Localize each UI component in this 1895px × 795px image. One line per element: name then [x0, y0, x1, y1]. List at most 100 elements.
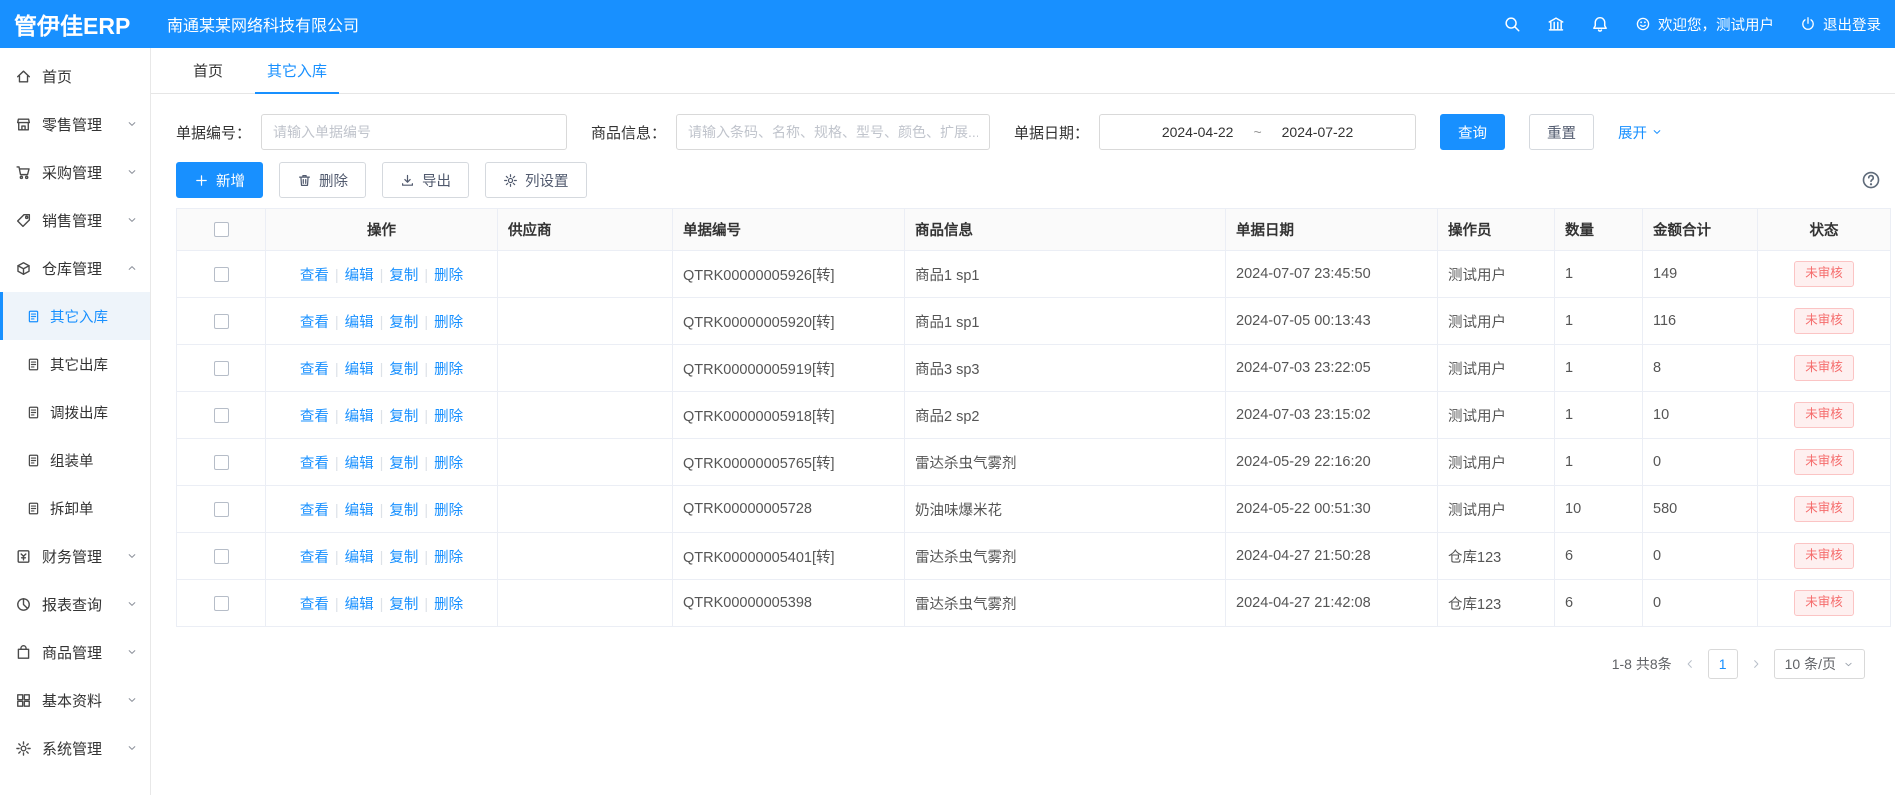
action-edit-link[interactable]: 编辑 — [345, 456, 374, 472]
page-number[interactable]: 1 — [1708, 649, 1738, 679]
action-view-link[interactable]: 查看 — [300, 503, 329, 519]
sidebar-item-purchase[interactable]: 采购管理 — [0, 148, 150, 196]
action-delete-link[interactable]: 删除 — [434, 550, 463, 566]
action-copy-link[interactable]: 复制 — [389, 503, 418, 519]
sidebar-item-basic-data[interactable]: 基本资料 — [0, 676, 150, 724]
amount-cell: 10 — [1643, 392, 1758, 439]
reset-button[interactable]: 重置 — [1529, 114, 1594, 150]
next-page-icon[interactable] — [1750, 658, 1762, 670]
table-row: 查看|编辑|复制|删除QTRK00000005728奶油味爆米花2024-05-… — [177, 486, 1891, 533]
action-copy-link[interactable]: 复制 — [389, 268, 418, 284]
sidebar-item-warehouse[interactable]: 仓库管理 — [0, 244, 150, 292]
action-copy-link[interactable]: 复制 — [389, 550, 418, 566]
action-delete-link[interactable]: 删除 — [434, 362, 463, 378]
sidebar-item-transfer-outbound[interactable]: 调拨出库 — [0, 388, 150, 436]
action-edit-link[interactable]: 编辑 — [345, 362, 374, 378]
action-delete-link[interactable]: 删除 — [434, 409, 463, 425]
action-delete-link[interactable]: 删除 — [434, 456, 463, 472]
search-icon[interactable] — [1503, 15, 1521, 33]
date-end-value[interactable]: 2024-07-22 — [1282, 124, 1354, 140]
date-start-value[interactable]: 2024-04-22 — [1162, 124, 1234, 140]
action-copy-link[interactable]: 复制 — [389, 315, 418, 331]
action-edit-link[interactable]: 编辑 — [345, 550, 374, 566]
tab-other-inbound[interactable]: 其它入库 — [255, 48, 339, 93]
action-edit-link[interactable]: 编辑 — [345, 268, 374, 284]
action-edit-link[interactable]: 编辑 — [345, 503, 374, 519]
row-checkbox[interactable] — [214, 408, 229, 423]
sidebar-item-disassembly-order[interactable]: 拆卸单 — [0, 484, 150, 532]
pagination-total: 1-8 共8条 — [1612, 654, 1672, 674]
action-view-link[interactable]: 查看 — [300, 409, 329, 425]
action-copy-link[interactable]: 复制 — [389, 456, 418, 472]
delete-button[interactable]: 删除 — [279, 162, 366, 198]
column-header-bill-no: 单据编号 — [673, 209, 905, 251]
sidebar-item-assembly-order[interactable]: 组装单 — [0, 436, 150, 484]
retail-icon — [15, 116, 32, 133]
prev-page-icon[interactable] — [1684, 658, 1696, 670]
welcome-user[interactable]: 欢迎您，测试用户 — [1635, 14, 1774, 35]
bank-icon[interactable] — [1547, 15, 1565, 33]
action-separator: | — [335, 362, 339, 378]
add-button[interactable]: 新增 — [176, 162, 263, 198]
action-view-link[interactable]: 查看 — [300, 456, 329, 472]
sidebar-item-goods[interactable]: 商品管理 — [0, 628, 150, 676]
action-edit-link[interactable]: 编辑 — [345, 409, 374, 425]
sidebar-item-other-outbound[interactable]: 其它出库 — [0, 340, 150, 388]
action-delete-link[interactable]: 删除 — [434, 597, 463, 613]
action-separator: | — [380, 550, 384, 566]
help-icon[interactable] — [1861, 170, 1881, 190]
action-view-link[interactable]: 查看 — [300, 362, 329, 378]
action-copy-link[interactable]: 复制 — [389, 409, 418, 425]
sidebar-item-label: 基本资料 — [42, 690, 102, 711]
row-checkbox[interactable] — [214, 549, 229, 564]
action-view-link[interactable]: 查看 — [300, 550, 329, 566]
purchase-icon — [15, 164, 32, 181]
action-edit-link[interactable]: 编辑 — [345, 597, 374, 613]
qty-cell: 1 — [1555, 298, 1643, 345]
sidebar-item-other-inbound[interactable]: 其它入库 — [0, 292, 150, 340]
tab-home[interactable]: 首页 — [181, 48, 235, 93]
bill-no-cell: QTRK00000005401[转] — [673, 533, 905, 580]
row-checkbox[interactable] — [214, 596, 229, 611]
sidebar-item-sales[interactable]: 销售管理 — [0, 196, 150, 244]
select-all-checkbox[interactable] — [214, 222, 229, 237]
action-copy-link[interactable]: 复制 — [389, 362, 418, 378]
action-separator: | — [380, 362, 384, 378]
sidebar-item-home[interactable]: 首页 — [0, 52, 150, 100]
chevron-up-icon — [126, 262, 138, 274]
action-delete-link[interactable]: 删除 — [434, 268, 463, 284]
bell-icon[interactable] — [1591, 15, 1609, 33]
action-copy-link[interactable]: 复制 — [389, 597, 418, 613]
row-checkbox[interactable] — [214, 361, 229, 376]
sidebar-item-report[interactable]: 报表查询 — [0, 580, 150, 628]
export-button[interactable]: 导出 — [382, 162, 469, 198]
page-size-select[interactable]: 10 条/页 — [1774, 649, 1865, 679]
operator-cell: 仓库123 — [1438, 580, 1555, 627]
logout-button[interactable]: 退出登录 — [1800, 14, 1881, 35]
row-checkbox[interactable] — [214, 502, 229, 517]
supplier-cell — [498, 345, 673, 392]
action-delete-link[interactable]: 删除 — [434, 315, 463, 331]
sidebar-item-retail[interactable]: 零售管理 — [0, 100, 150, 148]
action-delete-link[interactable]: 删除 — [434, 503, 463, 519]
action-view-link[interactable]: 查看 — [300, 268, 329, 284]
status-cell: 未审核 — [1758, 298, 1891, 345]
action-view-link[interactable]: 查看 — [300, 315, 329, 331]
search-button[interactable]: 查询 — [1440, 114, 1505, 150]
sidebar-item-system[interactable]: 系统管理 — [0, 724, 150, 772]
operator-cell: 测试用户 — [1438, 392, 1555, 439]
goods-cell: 雷达杀虫气雾剂 — [905, 580, 1226, 627]
bill-no-input[interactable] — [261, 114, 567, 150]
goods-cell: 雷达杀虫气雾剂 — [905, 439, 1226, 486]
expand-filters-link[interactable]: 展开 — [1618, 122, 1663, 143]
action-view-link[interactable]: 查看 — [300, 597, 329, 613]
row-checkbox[interactable] — [214, 455, 229, 470]
row-checkbox[interactable] — [214, 314, 229, 329]
column-settings-button[interactable]: 列设置 — [485, 162, 587, 198]
date-range-picker[interactable]: 2024-04-22 ~ 2024-07-22 — [1099, 114, 1416, 150]
action-edit-link[interactable]: 编辑 — [345, 315, 374, 331]
operator-cell: 测试用户 — [1438, 439, 1555, 486]
goods-input[interactable] — [676, 114, 990, 150]
row-checkbox[interactable] — [214, 267, 229, 282]
sidebar-item-finance[interactable]: 财务管理 — [0, 532, 150, 580]
